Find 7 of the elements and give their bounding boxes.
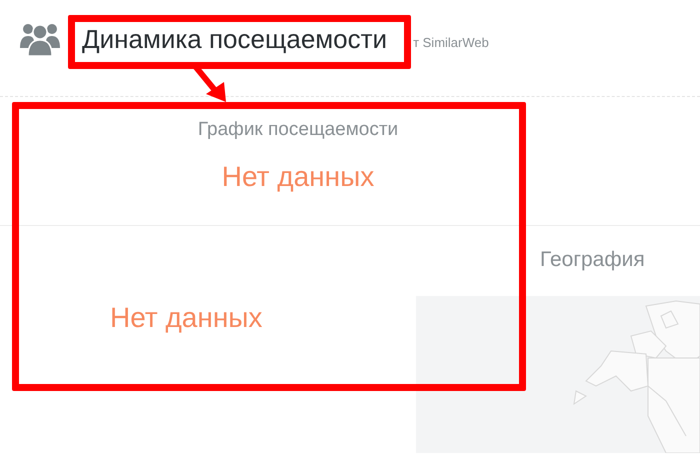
users-icon — [20, 22, 60, 56]
chart-title: График посещаемости — [198, 119, 398, 141]
no-data-message: Нет данных — [222, 161, 374, 193]
source-label: т SimilarWeb — [413, 34, 489, 50]
section-title: Динамика посещаемости — [82, 26, 388, 52]
no-data-message: Нет данных — [110, 302, 262, 333]
geography-title: География — [540, 248, 646, 273]
